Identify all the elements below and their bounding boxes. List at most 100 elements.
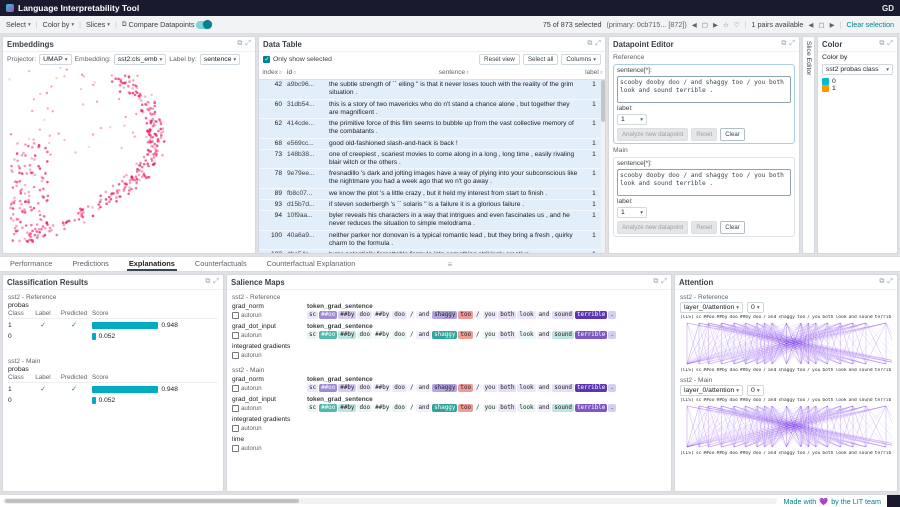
salience-token[interactable]: doo — [392, 384, 407, 392]
attention-token[interactable]: ##oo — [703, 451, 714, 456]
attention-token[interactable]: ##oo — [703, 398, 714, 403]
attention-token[interactable]: doo — [730, 315, 738, 320]
column-header-id[interactable]: id⌕ — [285, 68, 325, 78]
attention-token[interactable]: doo — [753, 315, 761, 320]
popout-icon[interactable]: ⧉ — [205, 278, 210, 286]
attention-token[interactable]: / — [763, 315, 766, 320]
maximize-icon[interactable]: ⤢ — [595, 40, 601, 48]
autorun-checkbox[interactable]: autorun — [232, 445, 302, 452]
columns-button[interactable]: Columns▾ — [561, 54, 601, 65]
salience-token[interactable]: doo — [392, 331, 407, 339]
attention-token[interactable]: and — [768, 398, 776, 403]
attention-token[interactable]: sc — [696, 315, 702, 320]
user-avatar[interactable]: GD — [882, 4, 894, 13]
salience-token[interactable]: / — [474, 311, 482, 319]
column-header-sentence[interactable]: sentence⌕ — [325, 68, 583, 78]
salience-token[interactable]: / — [408, 311, 416, 319]
table-row[interactable]: 89fb8c07...we know the plot 's a little … — [259, 189, 605, 200]
attention-token[interactable]: [CLS] — [680, 398, 694, 403]
attention-token[interactable]: doo — [730, 368, 738, 373]
attention-token[interactable]: / — [763, 398, 766, 403]
attention-token[interactable]: shaggy — [778, 398, 795, 403]
maximize-icon[interactable]: ⤢ — [245, 40, 251, 48]
salience-token[interactable]: sound — [552, 404, 574, 412]
attention-token[interactable]: doo — [730, 451, 738, 456]
clear-button[interactable]: Clear — [720, 221, 745, 234]
next-datapoint-icon[interactable]: ▶ — [713, 21, 718, 29]
attention-token[interactable]: too — [797, 451, 805, 456]
salience-token[interactable]: sc — [307, 331, 318, 339]
salience-token[interactable]: sc — [307, 311, 318, 319]
random-datapoint-icon[interactable]: ▢ — [702, 21, 708, 29]
salience-token[interactable]: / — [408, 384, 416, 392]
attention-token[interactable]: and — [849, 451, 857, 456]
salience-token[interactable]: sc — [307, 404, 318, 412]
salience-token[interactable]: sc — [307, 384, 318, 392]
maximize-icon[interactable]: ⤢ — [789, 40, 795, 48]
attention-token[interactable]: too — [797, 315, 805, 320]
salience-token[interactable]: and — [416, 384, 431, 392]
salience-token[interactable]: terrible — [575, 311, 607, 319]
attention-token[interactable]: / — [807, 315, 810, 320]
autorun-checkbox[interactable]: autorun — [232, 405, 302, 412]
salience-token[interactable]: ##by — [338, 384, 356, 392]
table-row[interactable]: 62414cde...the primitive force of this f… — [259, 119, 605, 138]
salience-token[interactable]: you — [483, 311, 498, 319]
attention-token[interactable]: [CLS] — [680, 368, 694, 373]
attention-token[interactable]: both — [822, 315, 833, 320]
salience-token[interactable]: / — [474, 384, 482, 392]
attention-token[interactable]: ##by — [740, 398, 751, 403]
salience-token[interactable]: both — [498, 331, 516, 339]
attention-token[interactable]: [CLS] — [680, 451, 694, 456]
popout-icon[interactable]: ⧉ — [587, 40, 592, 48]
salience-token[interactable]: and — [416, 331, 431, 339]
salience-token[interactable]: you — [483, 404, 498, 412]
salience-token[interactable]: too — [458, 404, 473, 412]
vertical-scrollbar[interactable] — [601, 80, 605, 253]
salience-token[interactable]: and — [416, 311, 431, 319]
table-row[interactable]: 73148b38...one of creepiest , scariest m… — [259, 150, 605, 169]
reset-button[interactable]: Reset — [691, 221, 717, 234]
autorun-checkbox[interactable]: autorun — [232, 425, 302, 432]
label-select[interactable]: 1▾ — [617, 114, 647, 125]
color-by-select[interactable]: sst2 probas class▾ — [822, 64, 893, 75]
favorite-icon[interactable]: ☆ — [723, 21, 729, 29]
salience-token[interactable]: both — [498, 404, 516, 412]
salience-token[interactable]: sound — [552, 311, 574, 319]
salience-token[interactable]: look — [517, 311, 535, 319]
attention-token[interactable]: doo — [730, 398, 738, 403]
attention-token[interactable]: look — [835, 315, 846, 320]
attention-token[interactable]: sc — [696, 398, 702, 403]
salience-token[interactable]: and — [537, 331, 552, 339]
attention-token[interactable]: ##by — [716, 398, 727, 403]
salience-token[interactable]: and — [416, 404, 431, 412]
table-row[interactable]: 10040a6a9...neither parker nor donovan i… — [259, 231, 605, 250]
attention-token[interactable]: you — [812, 398, 820, 403]
select-menu[interactable]: Select ▾ — [6, 20, 31, 29]
table-row[interactable]: 123dba54c...turns potentially forgettabl… — [259, 250, 605, 253]
attention-head-select[interactable]: 0▾ — [747, 302, 764, 313]
salience-token[interactable]: doo — [357, 384, 372, 392]
attention-token[interactable]: too — [797, 398, 805, 403]
attention-head-select[interactable]: 0▾ — [747, 385, 764, 396]
salience-token[interactable]: and — [537, 384, 552, 392]
table-row[interactable]: 789e79ee...fresnadillo 's dark and jolti… — [259, 169, 605, 188]
attention-token[interactable]: terrible — [875, 451, 892, 456]
attention-token[interactable]: you — [812, 368, 820, 373]
attention-token[interactable]: sound — [859, 368, 873, 373]
attention-token[interactable]: you — [812, 451, 820, 456]
attention-layer-select[interactable]: layer_0/attention▾ — [680, 302, 743, 313]
salience-token[interactable]: . — [608, 331, 616, 339]
salience-token[interactable]: terrible — [575, 331, 607, 339]
attention-token[interactable]: look — [835, 398, 846, 403]
attention-token[interactable]: sound — [859, 315, 873, 320]
salience-token[interactable]: / — [474, 404, 482, 412]
attention-token[interactable]: ##by — [740, 451, 751, 456]
maximize-icon[interactable]: ⤢ — [213, 278, 219, 286]
attention-token[interactable]: both — [822, 398, 833, 403]
salience-token[interactable]: ##by — [373, 311, 391, 319]
attention-token[interactable]: too — [797, 368, 805, 373]
attention-token[interactable]: terrible — [875, 368, 892, 373]
salience-token[interactable]: ##by — [338, 404, 356, 412]
autorun-checkbox[interactable]: autorun — [232, 352, 302, 359]
